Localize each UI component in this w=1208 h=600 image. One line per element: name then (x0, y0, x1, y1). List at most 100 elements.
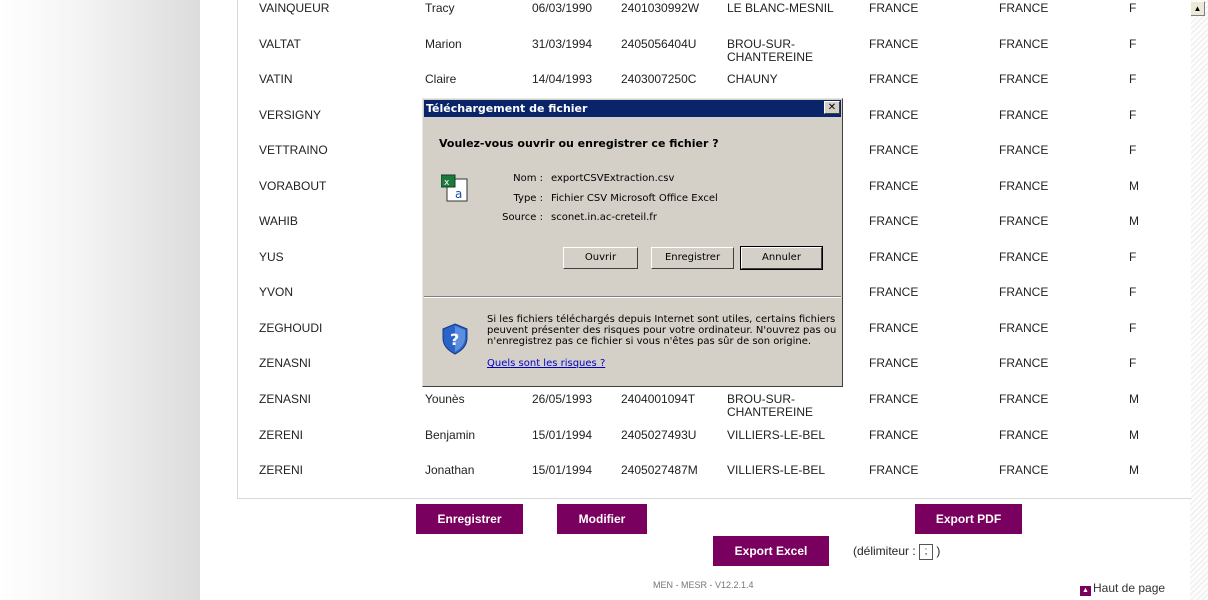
birth-country-cell: FRANCE (869, 72, 919, 86)
nationality-cell: FRANCE (999, 1, 1049, 15)
birth-country-cell: FRANCE (869, 143, 919, 157)
up-arrow-icon: ▲ (1080, 586, 1091, 596)
last-name-cell: VALTAT (259, 37, 301, 51)
save-button[interactable]: Enregistrer (416, 504, 523, 534)
export-excel-button[interactable]: Export Excel (713, 536, 829, 566)
scroll-up-arrow-icon[interactable]: ▲ (1190, 1, 1205, 16)
birth-country-cell: FRANCE (869, 392, 919, 406)
last-name-cell: VORABOUT (259, 179, 327, 193)
nationality-cell: FRANCE (999, 250, 1049, 264)
sex-cell: M (1129, 463, 1139, 477)
nationality-cell: FRANCE (999, 179, 1049, 193)
svg-text:?: ? (450, 330, 459, 349)
birth-country-cell: FRANCE (869, 356, 919, 370)
birth-country-cell: FRANCE (869, 285, 919, 299)
birth-city-cell: BROU-SUR-CHANTEREINE (727, 392, 814, 419)
last-name-cell: VATIN (259, 72, 293, 86)
ine-cell: 2405027493U (621, 428, 697, 442)
last-name-cell: ZENASNI (259, 392, 312, 406)
sex-cell: F (1129, 143, 1137, 157)
birth-city-cell: VILLIERS-LE-BEL (727, 428, 826, 442)
modify-button[interactable]: Modifier (557, 504, 647, 534)
source-label: Source : (502, 212, 543, 223)
birth-country-cell: FRANCE (869, 428, 919, 442)
last-name-cell: VETTRAINO (259, 143, 328, 157)
last-name-cell: ZERENI (259, 428, 304, 442)
first-name-cell: Tracy (425, 1, 455, 15)
birth-date-cell: 26/05/1993 (532, 392, 593, 406)
left-sidebar-background (0, 0, 200, 600)
last-name-cell: VERSIGNY (259, 108, 322, 122)
last-name-cell: VAINQUEUR (259, 1, 330, 15)
last-name-cell: ZEGHOUDI (259, 321, 323, 335)
scrollbar-track[interactable] (1190, 0, 1208, 600)
sex-cell: M (1129, 214, 1139, 228)
sex-cell: F (1129, 321, 1137, 335)
delimiter-close: ) (936, 544, 941, 559)
birth-country-cell: FRANCE (869, 250, 919, 264)
name-label: Nom : (513, 173, 543, 184)
birth-country-cell: FRANCE (869, 214, 919, 228)
sex-cell: F (1129, 72, 1137, 86)
risks-link[interactable]: Quels sont les risques ? (487, 358, 605, 369)
birth-date-cell: 06/03/1990 (532, 1, 593, 15)
nationality-cell: FRANCE (999, 72, 1049, 86)
sex-cell: F (1129, 356, 1137, 370)
file-download-dialog: Téléchargement de fichier ✕ Voulez-vous … (422, 98, 843, 387)
nationality-cell: FRANCE (999, 37, 1049, 51)
svg-text:a: a (455, 187, 462, 201)
first-name-cell: Marion (425, 37, 462, 51)
first-name-cell: Benjamin (425, 428, 476, 442)
dialog-question: Voulez-vous ouvrir ou enregistrer ce fic… (439, 137, 719, 150)
export-pdf-button[interactable]: Export PDF (915, 504, 1022, 534)
sex-cell: F (1129, 250, 1137, 264)
open-button[interactable]: Ouvrir (563, 247, 638, 269)
close-icon[interactable]: ✕ (824, 101, 840, 114)
nationality-cell: FRANCE (999, 392, 1049, 406)
security-warning-text: Si les fichiers téléchargés depuis Inter… (487, 314, 837, 347)
first-name-cell: Claire (425, 72, 457, 86)
last-name-cell: YUS (259, 250, 284, 264)
birth-date-cell: 15/01/1994 (532, 463, 593, 477)
sex-cell: F (1129, 1, 1137, 15)
birth-date-cell: 15/01/1994 (532, 428, 593, 442)
birth-city-cell: CHAUNY (727, 72, 778, 86)
dialog-save-button[interactable]: Enregistrer (651, 247, 734, 269)
sex-cell: M (1129, 392, 1139, 406)
nationality-cell: FRANCE (999, 143, 1049, 157)
sex-cell: M (1129, 428, 1139, 442)
delimiter-group: (délimiteur : ; ) (853, 544, 940, 560)
version-text: MEN - MESR - V12.2.1.4 (653, 580, 754, 590)
svg-text:x: x (444, 178, 450, 188)
delimiter-input[interactable]: ; (919, 544, 934, 560)
birth-country-cell: FRANCE (869, 37, 919, 51)
birth-country-cell: FRANCE (869, 179, 919, 193)
dialog-divider (424, 296, 841, 298)
type-label: Type : (513, 193, 543, 204)
file-type-value: Fichier CSV Microsoft Office Excel (551, 193, 718, 204)
birth-country-cell: FRANCE (869, 1, 919, 15)
sex-cell: M (1129, 179, 1139, 193)
birth-city-cell: BROU-SUR-CHANTEREINE (727, 37, 814, 64)
sex-cell: F (1129, 37, 1137, 51)
nationality-cell: FRANCE (999, 214, 1049, 228)
security-shield-icon: ? (442, 323, 468, 355)
excel-file-icon: x a (441, 174, 468, 202)
birth-country-cell: FRANCE (869, 321, 919, 335)
first-name-cell: Jonathan (425, 463, 475, 477)
nationality-cell: FRANCE (999, 321, 1049, 335)
birth-city-cell: VILLIERS-LE-BEL (727, 463, 826, 477)
birth-country-cell: FRANCE (869, 463, 919, 477)
ine-cell: 2403007250C (621, 72, 697, 86)
nationality-cell: FRANCE (999, 108, 1049, 122)
sex-cell: F (1129, 285, 1137, 299)
birth-date-cell: 31/03/1994 (532, 37, 593, 51)
cancel-button[interactable]: Annuler (740, 246, 823, 270)
ine-cell: 2401030992W (621, 1, 700, 15)
nationality-cell: FRANCE (999, 428, 1049, 442)
nationality-cell: FRANCE (999, 356, 1049, 370)
back-to-top-link[interactable]: ▲ Haut de page (1080, 581, 1165, 596)
ine-cell: 2405027487M (621, 463, 698, 477)
last-name-cell: YVON (259, 285, 294, 299)
ine-cell: 2405056404U (621, 37, 697, 51)
